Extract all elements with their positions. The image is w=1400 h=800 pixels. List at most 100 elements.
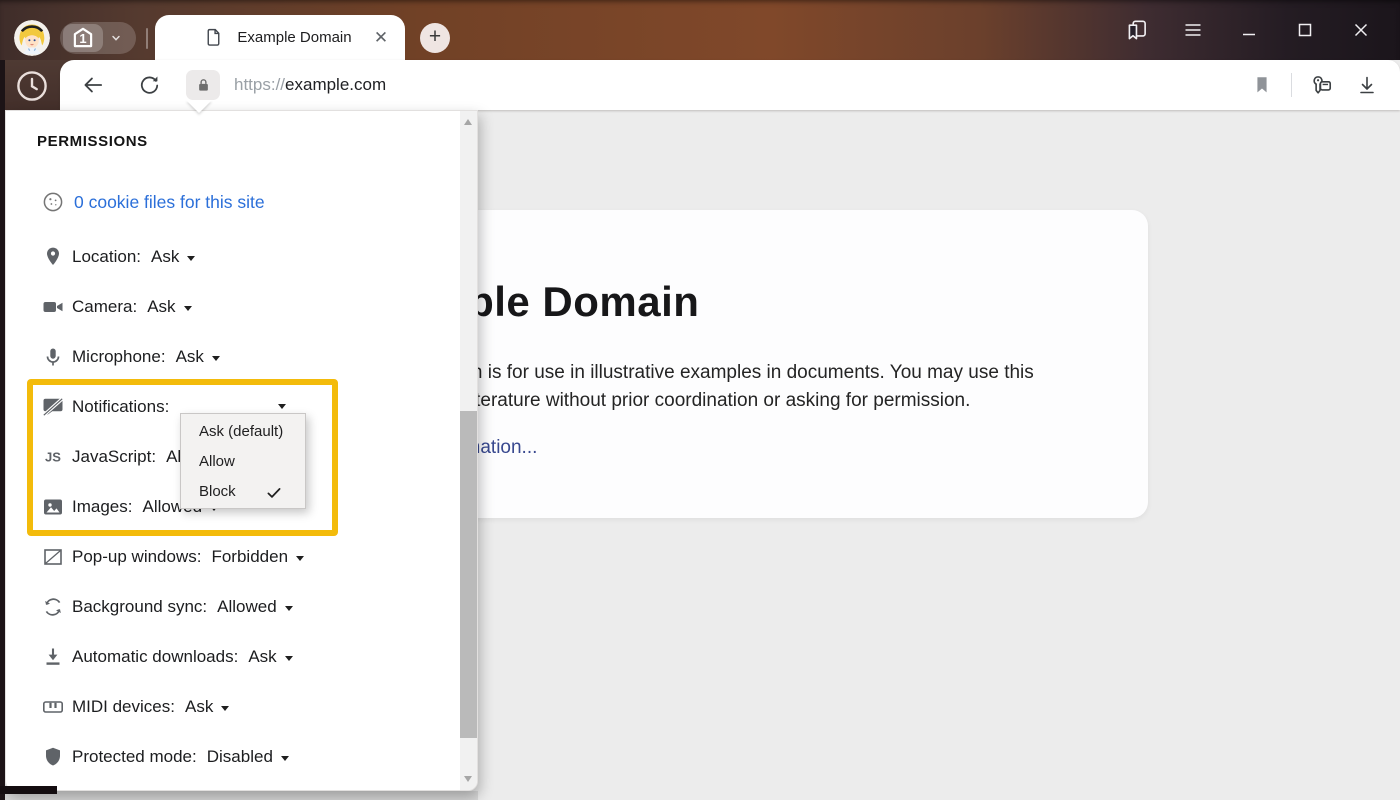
permission-value: Ask [151,247,179,267]
permission-value: Ask [248,647,276,667]
side-panels-button[interactable] [1120,13,1154,47]
permission-value-dropdown-background-sync[interactable]: Allowed [207,597,293,617]
permission-value: Ask [176,347,204,367]
panel-scrollbar[interactable] [460,111,477,790]
history-button[interactable] [13,67,51,105]
permission-row-location: Location: Ask [6,232,460,282]
shield-icon [41,745,65,769]
background-sync-icon [41,595,65,619]
midi-icon [41,695,65,719]
menu-option-label: Block [199,483,236,500]
minimize-button[interactable] [1232,13,1266,47]
permission-label: Location: [72,247,141,267]
chevron-down-icon[interactable] [107,29,125,47]
auto-download-icon [41,645,65,669]
tab-close-icon[interactable]: ✕ [371,28,391,48]
lock-icon [194,76,213,95]
images-icon [41,495,65,519]
permission-value-dropdown-location[interactable]: Ask [141,247,195,267]
menu-option-ask-default[interactable]: Ask (default) [181,417,305,447]
back-arrow-icon [80,72,106,98]
tab-bar: 1 Example Domain ✕ + [0,0,1400,60]
dropdown-caret-icon [187,256,195,261]
panel-anchor-pointer [186,100,212,113]
javascript-icon: JS [41,445,65,469]
clock-icon [13,67,51,105]
dropdown-caret-icon [285,606,293,611]
new-tab-button[interactable]: + [420,23,450,53]
download-icon [1355,73,1379,97]
permission-label: Background sync: [72,597,207,617]
permission-row-camera: Camera:Ask [6,282,460,332]
notifications-dropdown-menu: Ask (default) Allow Block [180,413,306,509]
cookie-icon [41,190,65,214]
bookmark-icon [1251,74,1273,96]
cookie-files-link[interactable]: 0 cookie files for this site [74,192,265,213]
permission-value: Allowed [217,597,277,617]
tab-group-badge: 1 [63,24,103,52]
menu-button[interactable] [1176,13,1210,47]
browser-window: Example Domain This domain is for use in… [0,0,1400,800]
menu-option-allow[interactable]: Allow [181,447,305,477]
permission-value-dropdown-midi-devices[interactable]: Ask [175,697,229,717]
dropdown-caret-icon [281,756,289,761]
window-left-edge [0,60,5,800]
close-window-button[interactable] [1344,13,1378,47]
tab-example-domain[interactable]: Example Domain ✕ [155,15,405,60]
downloads-button[interactable] [1350,68,1384,102]
passwords-button[interactable] [1304,68,1338,102]
permission-value: Disabled [207,747,273,767]
tab-title: Example Domain [218,29,371,46]
reload-button[interactable] [132,68,166,102]
permission-label: MIDI devices: [72,697,175,717]
popup-blocked-icon [41,545,65,569]
camera-icon [41,295,65,319]
avatar-illustration [14,20,50,56]
back-button[interactable] [76,68,110,102]
permission-row-popup-windows: Pop-up windows: Forbidden [6,532,460,582]
microphone-icon [41,345,65,369]
key-cards-icon [1308,72,1334,98]
window-bottom-corner [0,786,57,794]
url-host: example.com [285,75,386,94]
permission-label: JavaScript: [72,447,156,467]
toolbar-divider [1291,73,1292,97]
permission-value-dropdown-microphone[interactable]: Ask [166,347,220,367]
permission-row-midi-devices: MIDI devices: Ask [6,682,460,732]
panel-title: PERMISSIONS [37,133,148,150]
tab-count: 1 [63,31,103,46]
cookie-files-link-row[interactable]: 0 cookie files for this site [6,182,265,222]
address-bar[interactable]: https://example.com [234,75,386,95]
panels-bookmark-icon [1124,17,1150,43]
url-scheme: https:// [234,75,285,94]
dropdown-caret-icon [184,306,192,311]
hamburger-icon [1181,18,1205,42]
maximize-button[interactable] [1288,13,1322,47]
permission-row-protected-mode: Protected mode: Disabled [6,732,460,782]
scroll-down-arrow-icon[interactable] [464,776,472,782]
bookmark-button[interactable] [1245,68,1279,102]
scroll-up-arrow-icon[interactable] [464,119,472,125]
scrollbar-thumb[interactable] [460,411,477,738]
permission-row-automatic-downloads: Automatic downloads:Ask [6,632,460,682]
permission-value-dropdown-protected-mode[interactable]: Disabled [197,747,289,767]
menu-option-label: Ask (default) [199,423,283,440]
permission-value-dropdown-popup-windows[interactable]: Forbidden [201,547,304,567]
address-toolbar: https://example.com [60,60,1400,110]
profile-avatar[interactable] [14,20,50,56]
permission-label: Protected mode: [72,747,197,767]
dropdown-caret-icon [296,556,304,561]
permission-value-dropdown-camera[interactable]: Ask [137,297,191,317]
permission-label: Pop-up windows: [72,547,201,567]
site-security-badge[interactable] [186,70,220,100]
selected-check-icon [265,483,283,501]
tab-group-pill[interactable]: 1 [60,22,136,54]
dropdown-caret-icon [278,404,286,409]
menu-option-block[interactable]: Block [181,477,305,507]
permission-value: Ask [185,697,213,717]
permission-value-dropdown-automatic-downloads[interactable]: Ask [238,647,292,667]
permission-label: Camera: [72,297,137,317]
dropdown-caret-icon [221,706,229,711]
svg-text:JS: JS [45,450,61,465]
permission-value: Forbidden [211,547,288,567]
